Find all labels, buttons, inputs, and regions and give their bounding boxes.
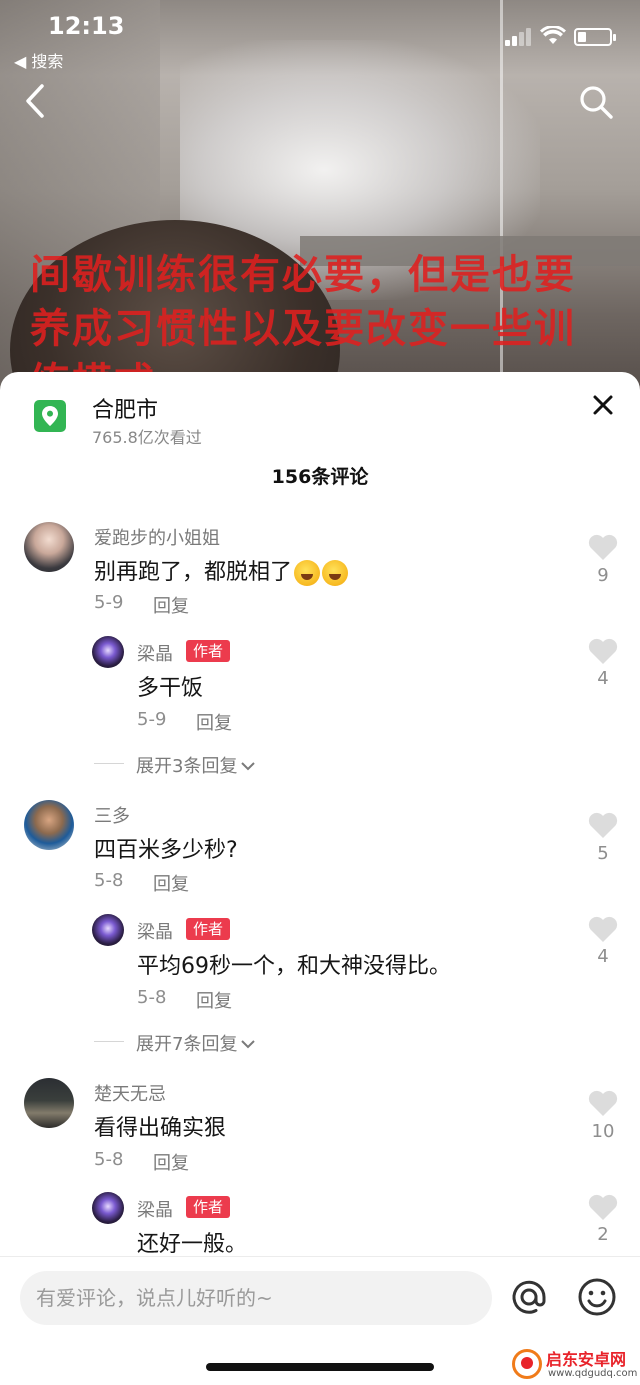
watermark-logo-icon: [512, 1349, 542, 1379]
comment-username[interactable]: 三多: [94, 802, 130, 828]
reply-username[interactable]: 梁晶: [137, 640, 173, 666]
like-count: 2: [597, 1224, 609, 1245]
video-background[interactable]: 间歇训练很有必要，但是也要养成习惯性以及要改变一些训练模式: [0, 0, 640, 420]
chevron-down-icon: [241, 762, 256, 771]
avatar[interactable]: [24, 522, 74, 572]
reply-button[interactable]: 回复: [196, 987, 232, 1013]
like-count: 9: [597, 565, 609, 586]
comment-username[interactable]: 爱跑步的小姐姐: [94, 524, 220, 550]
wifi-icon: [540, 26, 566, 44]
like-count: 5: [597, 843, 609, 864]
comment-text: 看得出确实狠: [94, 1116, 227, 1141]
laughing-emoji-icon: [294, 560, 321, 586]
at-mention-icon[interactable]: [508, 1276, 550, 1318]
reply-text: 多干饭: [137, 676, 204, 701]
reply-username[interactable]: 梁晶: [137, 1196, 173, 1222]
reply-text: 平均69秒一个，和大神没得比。: [137, 954, 451, 979]
expand-divider: [94, 1041, 124, 1042]
comment-text: 四百米多少秒?: [94, 838, 238, 863]
avatar[interactable]: [92, 914, 124, 946]
emoji-icon[interactable]: [576, 1276, 618, 1318]
chevron-down-icon: [241, 1040, 256, 1049]
location-pin-icon[interactable]: [34, 400, 66, 432]
like-count: 10: [591, 1121, 615, 1142]
like-count: 4: [597, 668, 609, 689]
watermark-title: 启东安卓网: [546, 1350, 627, 1369]
heart-icon[interactable]: [588, 638, 618, 664]
reply-button[interactable]: 回复: [196, 709, 232, 735]
reply-button[interactable]: 回复: [153, 870, 189, 896]
laughing-emoji-icon: [322, 560, 349, 586]
comment-date: 5-8: [94, 1149, 124, 1170]
avatar[interactable]: [24, 1078, 74, 1128]
reply-date: 5-8: [137, 987, 167, 1008]
heart-icon[interactable]: [588, 916, 618, 942]
status-time: 12:13: [48, 12, 125, 40]
reply-text: 还好一般。: [137, 1232, 248, 1257]
reply-username[interactable]: 梁晶: [137, 918, 173, 944]
back-to-search-link[interactable]: ◀ 搜索: [14, 48, 63, 72]
heart-icon[interactable]: [588, 1090, 618, 1116]
location-name[interactable]: 合肥市: [92, 392, 158, 424]
author-badge: 作者: [186, 918, 231, 940]
reply-button[interactable]: 回复: [153, 1149, 189, 1175]
status-bar: 12:13: [0, 0, 640, 46]
like-count: 4: [597, 946, 609, 967]
comment-text: 别再跑了，都脱相了: [94, 554, 349, 586]
reply-button[interactable]: 回复: [153, 592, 189, 618]
search-icon[interactable]: [578, 84, 614, 120]
author-badge: 作者: [186, 640, 231, 662]
watermark-url: www.qdgudq.com: [548, 1368, 638, 1379]
home-indicator[interactable]: [206, 1363, 434, 1371]
expand-replies-button[interactable]: 展开7条回复: [136, 1030, 257, 1056]
heart-icon[interactable]: [588, 1194, 618, 1220]
comment-date: 5-9: [94, 592, 124, 613]
battery-icon: [574, 28, 616, 46]
comments-count-title: 156条评论: [271, 466, 369, 488]
location-views: 765.8亿次看过: [92, 428, 202, 447]
comment-date: 5-8: [94, 870, 124, 891]
signal-icon: [505, 28, 533, 46]
heart-icon[interactable]: [588, 534, 618, 560]
reply-date: 5-9: [137, 709, 167, 730]
heart-icon[interactable]: [588, 812, 618, 838]
author-badge: 作者: [186, 1196, 231, 1218]
close-icon[interactable]: [590, 392, 616, 418]
back-arrow-icon[interactable]: [22, 82, 52, 120]
watermark: 启东安卓网 www.qdgudq.com: [512, 1346, 638, 1384]
avatar[interactable]: [24, 800, 74, 850]
expand-divider: [94, 763, 124, 764]
avatar[interactable]: [92, 636, 124, 668]
comment-input[interactable]: [20, 1271, 492, 1325]
expand-replies-button[interactable]: 展开3条回复: [136, 752, 257, 778]
input-bar-divider: [0, 1256, 640, 1257]
avatar[interactable]: [92, 1192, 124, 1224]
comment-username[interactable]: 楚天无忌: [94, 1080, 166, 1106]
